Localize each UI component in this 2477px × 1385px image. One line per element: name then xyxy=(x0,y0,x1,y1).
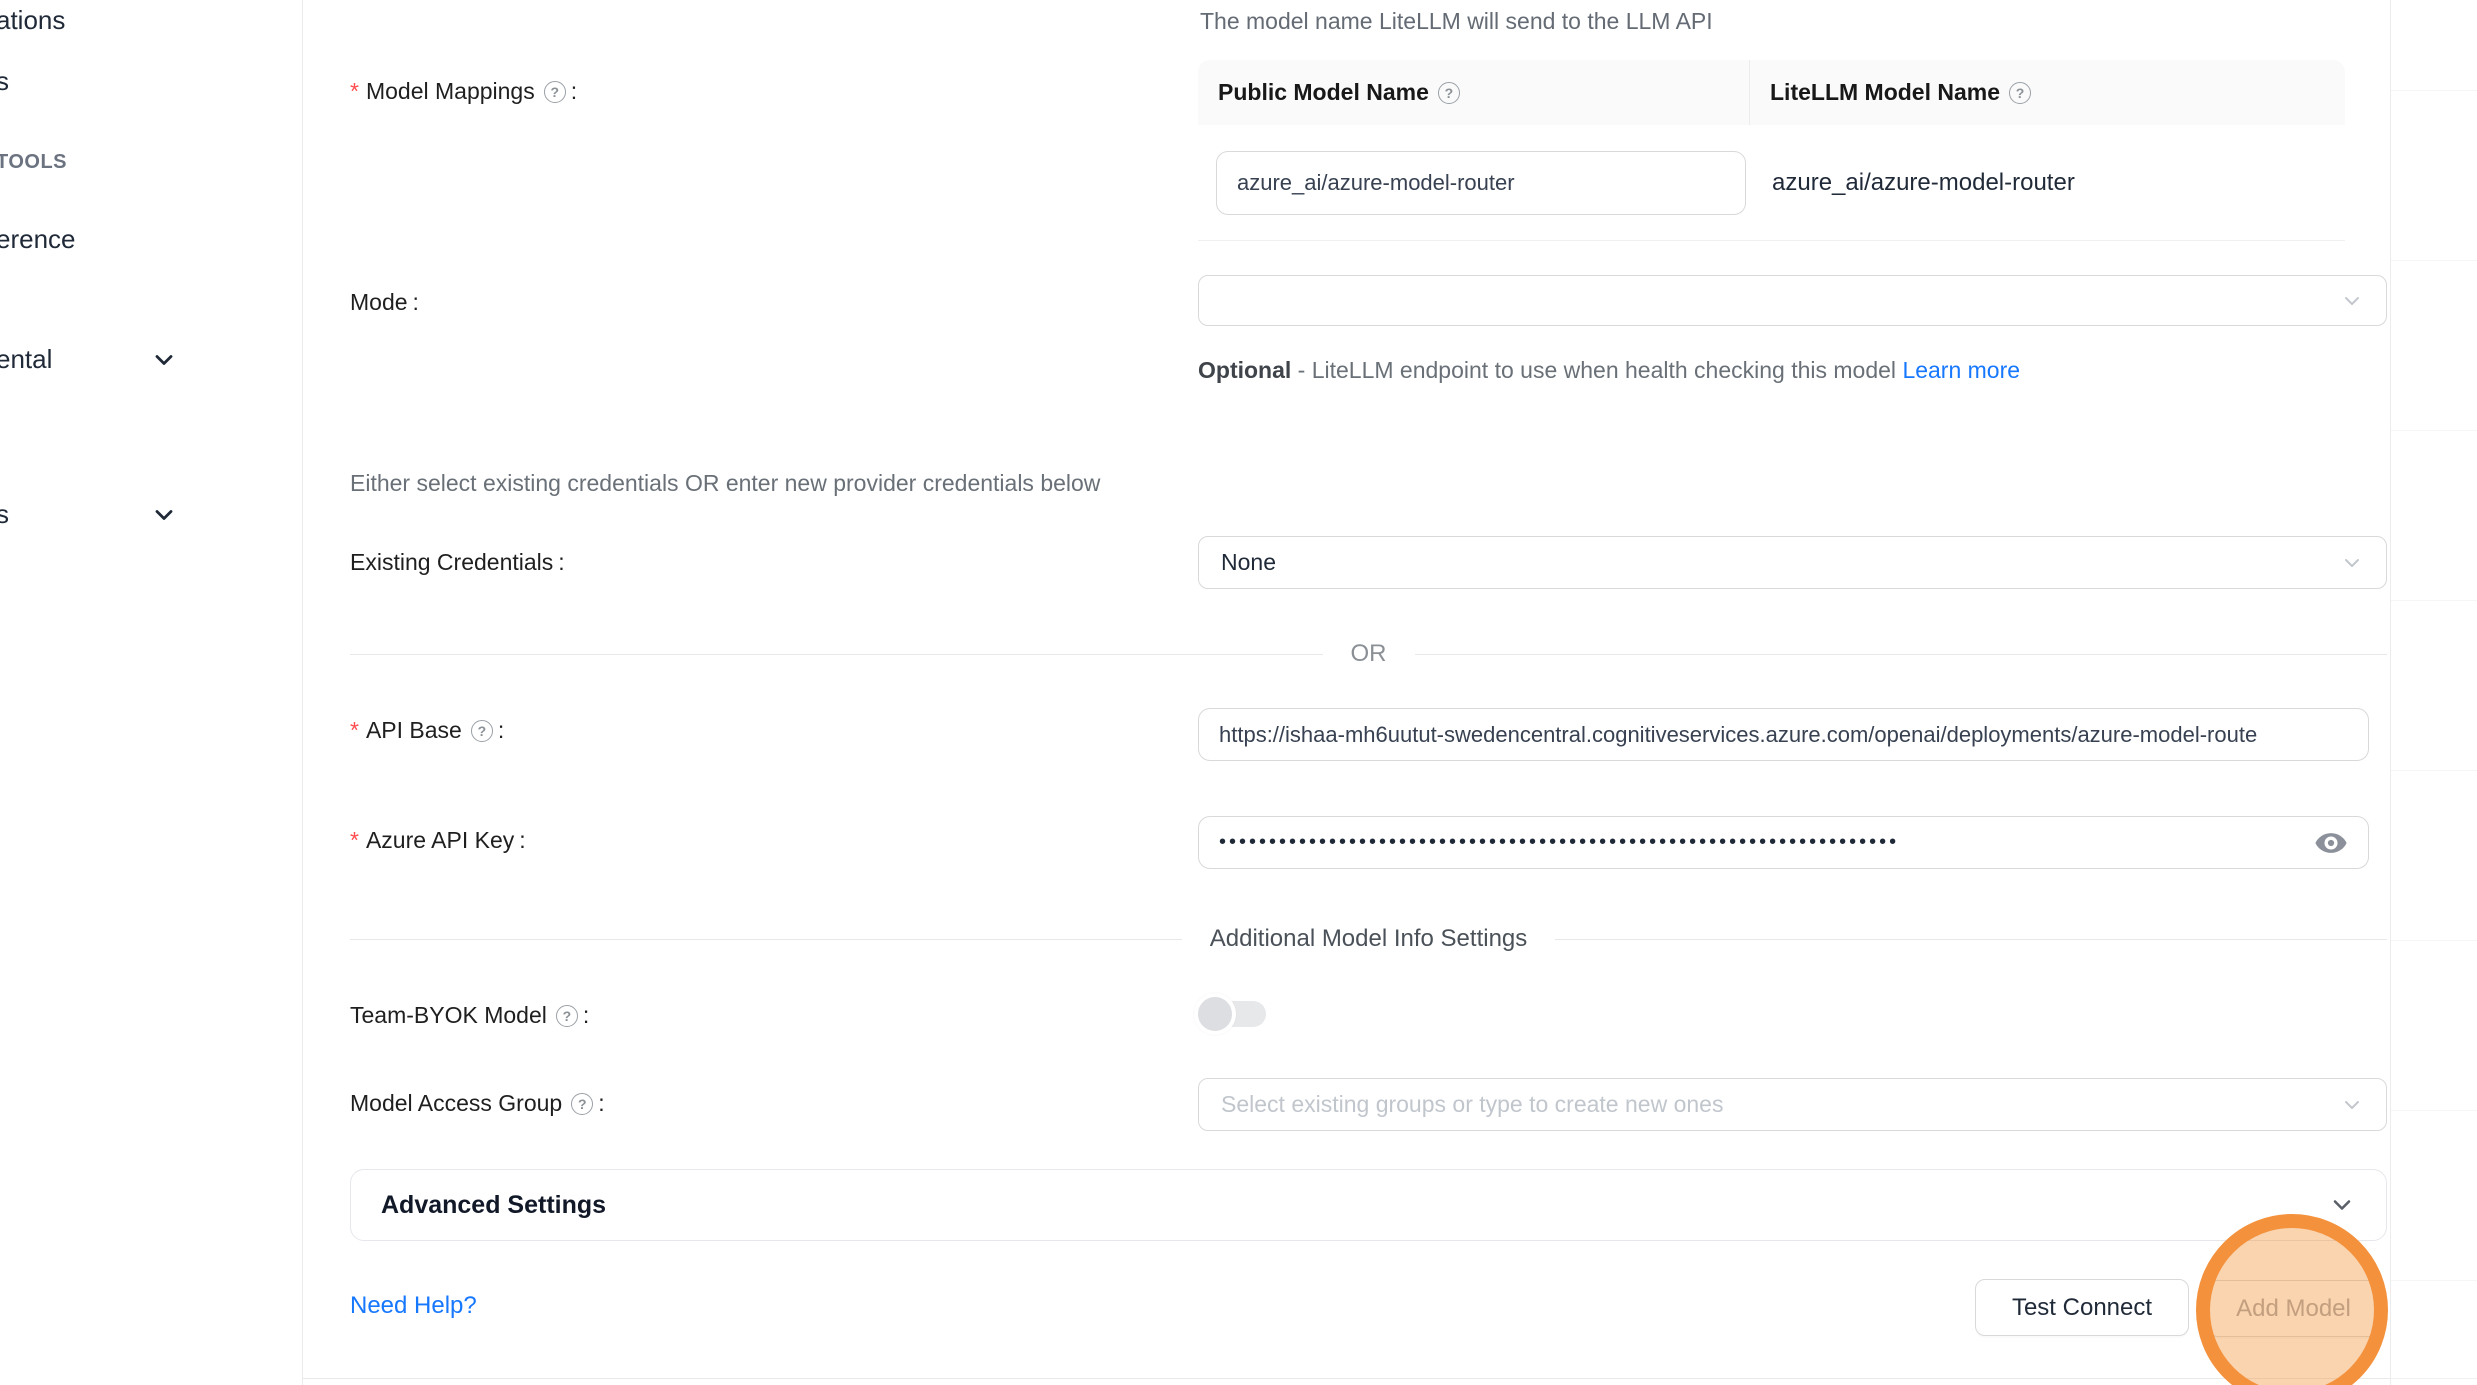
mode-label: Mode : xyxy=(350,289,419,316)
model-access-group-label: Model Access Group ? : xyxy=(350,1090,605,1117)
help-icon[interactable]: ? xyxy=(2009,82,2031,104)
sidebar-item-experimental[interactable]: ental xyxy=(0,344,52,375)
sidebar-item-label: ental xyxy=(0,344,52,374)
background-row-line xyxy=(2391,430,2477,431)
azure-api-key-input[interactable]: ••••••••••••••••••••••••••••••••••••••••… xyxy=(1198,816,2369,869)
public-model-name-header: Public Model Name ? xyxy=(1198,60,1750,125)
team-byok-label: Team-BYOK Model ? : xyxy=(350,1002,589,1029)
help-icon[interactable]: ? xyxy=(471,720,493,742)
modal-right-edge xyxy=(2390,0,2391,1385)
sidebar-item-organizations[interactable]: ations xyxy=(0,5,65,36)
chevron-down-icon xyxy=(2328,1191,2356,1219)
chevron-down-icon xyxy=(2340,289,2364,313)
litellm-model-name-hint: The model name LiteLLM will send to the … xyxy=(1200,8,1713,35)
sidebar-item-inference[interactable]: erence xyxy=(0,224,76,255)
table-header-row: Public Model Name ? LiteLLM Model Name ? xyxy=(1198,60,2345,125)
chevron-down-icon xyxy=(2340,1093,2364,1117)
model-mappings-table: Public Model Name ? LiteLLM Model Name ?… xyxy=(1198,60,2345,241)
public-model-name-input[interactable]: azure_ai/azure-model-router xyxy=(1216,151,1746,215)
existing-credentials-label: Existing Credentials : xyxy=(350,549,565,576)
learn-more-link[interactable]: Learn more xyxy=(1902,357,2020,383)
help-icon[interactable]: ? xyxy=(556,1005,578,1027)
background-row-line xyxy=(2391,260,2477,261)
test-connect-button[interactable]: Test Connect xyxy=(1975,1279,2189,1336)
sidebar-item-label: s xyxy=(0,66,9,96)
required-asterisk: * xyxy=(350,827,359,854)
background-row-line xyxy=(2391,600,2477,601)
credentials-note: Either select existing credentials OR en… xyxy=(350,470,1100,497)
modal-bottom-edge xyxy=(302,1378,2390,1379)
need-help-link[interactable]: Need Help? xyxy=(350,1292,477,1320)
help-icon[interactable]: ? xyxy=(571,1093,593,1115)
mode-select[interactable] xyxy=(1198,275,2387,326)
sidebar-section-label: TOOLS xyxy=(0,151,67,173)
sidebar-item-settings[interactable]: s xyxy=(0,499,9,530)
table-row: azure_ai/azure-model-router azure_ai/azu… xyxy=(1198,125,2345,241)
background-row-line xyxy=(2391,940,2477,941)
sidebar-item-1[interactable]: s xyxy=(0,66,9,97)
sidebar-section-tools: TOOLS xyxy=(0,151,67,174)
required-asterisk: * xyxy=(350,78,359,105)
advanced-settings-panel[interactable]: Advanced Settings xyxy=(350,1169,2387,1241)
sidebar-divider xyxy=(302,0,303,1385)
add-model-form-screen: ations s TOOLS erence ental s The model … xyxy=(0,0,2477,1385)
help-icon[interactable]: ? xyxy=(544,81,566,103)
mode-helper-text: Optional - LiteLLM endpoint to use when … xyxy=(1198,350,2028,390)
chevron-down-icon xyxy=(2340,551,2364,575)
litellm-model-name-value: azure_ai/azure-model-router xyxy=(1750,125,2345,240)
background-row-line xyxy=(2391,1110,2477,1111)
background-row-line xyxy=(2391,90,2477,91)
modal-bottom-edge-right xyxy=(2390,1378,2477,1379)
masked-password-value: ••••••••••••••••••••••••••••••••••••••••… xyxy=(1219,831,2300,854)
azure-api-key-label: * Azure API Key : xyxy=(350,827,526,854)
additional-settings-divider: Additional Model Info Settings xyxy=(350,926,2387,952)
add-model-button[interactable]: Add Model xyxy=(2208,1280,2379,1337)
background-row-line xyxy=(2391,770,2477,771)
background-row-line xyxy=(2391,1280,2477,1281)
api-base-input[interactable]: https://ishaa-mh6uutut-swedencentral.cog… xyxy=(1198,708,2369,761)
model-access-group-select[interactable]: Select existing groups or type to create… xyxy=(1198,1078,2387,1131)
sidebar-item-label: ations xyxy=(0,5,65,35)
required-asterisk: * xyxy=(350,717,359,744)
litellm-model-name-header: LiteLLM Model Name ? xyxy=(1750,60,2345,125)
sidebar-item-label: s xyxy=(0,499,9,529)
model-mappings-label: * Model Mappings ? : xyxy=(350,78,577,105)
chevron-down-icon xyxy=(150,346,178,374)
team-byok-toggle[interactable] xyxy=(1200,999,1266,1029)
eye-icon[interactable] xyxy=(2314,826,2348,860)
chevron-down-icon xyxy=(150,501,178,529)
or-divider: OR xyxy=(350,641,2387,667)
sidebar-item-label: erence xyxy=(0,224,76,254)
existing-credentials-select[interactable]: None xyxy=(1198,536,2387,589)
api-base-label: * API Base ? : xyxy=(350,717,504,744)
help-icon[interactable]: ? xyxy=(1438,82,1460,104)
